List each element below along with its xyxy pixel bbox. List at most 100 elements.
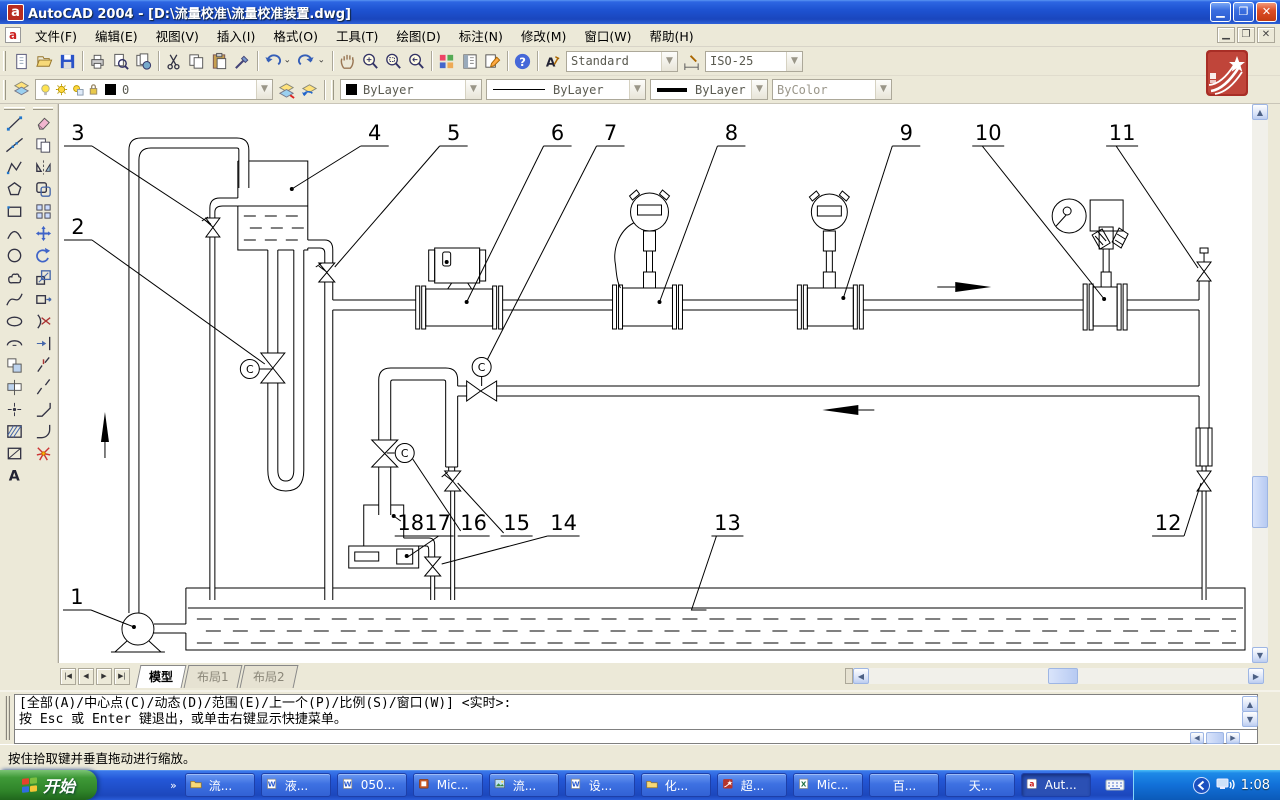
menu-工具T[interactable]: 工具(T): [327, 23, 387, 48]
dim-style-icon[interactable]: [680, 50, 703, 73]
scroll-right-icon[interactable]: ▶: [1226, 732, 1240, 744]
mdi-close-button[interactable]: ✕: [1257, 27, 1275, 43]
start-button[interactable]: 开始: [0, 770, 97, 800]
arc-icon[interactable]: [0, 222, 28, 244]
copyobj-icon[interactable]: [29, 134, 57, 156]
menu-标注N[interactable]: 标注(N): [450, 23, 512, 48]
scale-icon[interactable]: [29, 266, 57, 288]
new-icon[interactable]: [10, 50, 33, 73]
freeze-icon[interactable]: [71, 83, 84, 96]
point-icon[interactable]: [0, 398, 28, 420]
rectangle-icon[interactable]: [0, 200, 28, 222]
breakpt-icon[interactable]: [29, 354, 57, 376]
lineweight-combo[interactable]: ByLayer▼: [650, 79, 768, 100]
toolbar-grip[interactable]: [33, 107, 53, 110]
close-button[interactable]: ✕: [1256, 2, 1277, 22]
scroll-down-icon[interactable]: ▼: [1252, 647, 1268, 663]
chevron-down-icon[interactable]: ▼: [256, 80, 272, 99]
fillet-icon[interactable]: [29, 420, 57, 442]
insblock-icon[interactable]: [0, 354, 28, 376]
earc-icon[interactable]: [0, 332, 28, 354]
scrollbar-thumb[interactable]: [1048, 668, 1078, 684]
line-icon[interactable]: [0, 112, 28, 134]
cut-icon[interactable]: [162, 50, 185, 73]
offset-icon[interactable]: [29, 178, 57, 200]
restore-button[interactable]: ❐: [1233, 2, 1254, 22]
array-icon[interactable]: [29, 200, 57, 222]
redo-icon[interactable]: [295, 50, 318, 73]
revcloud-icon[interactable]: [0, 266, 28, 288]
chevron-down-icon[interactable]: ▼: [751, 80, 767, 99]
command-grip[interactable]: [5, 696, 10, 740]
chevron-down-icon[interactable]: ▼: [786, 52, 802, 71]
minimize-button[interactable]: ▁: [1210, 2, 1231, 22]
layer-color-swatch[interactable]: [105, 84, 116, 95]
zoomprev-icon[interactable]: [405, 50, 428, 73]
collapse-chevron-icon[interactable]: [1193, 777, 1210, 794]
taskbar-button[interactable]: W设...: [565, 773, 635, 797]
layer-previous-icon[interactable]: [298, 78, 321, 101]
tab-布局1[interactable]: 布局1: [184, 665, 243, 688]
quick-launch-overflow-icon[interactable]: »: [168, 779, 179, 792]
toolbar-grip[interactable]: [4, 107, 25, 110]
preview-icon[interactable]: [109, 50, 132, 73]
taskbar-button[interactable]: W液...: [261, 773, 331, 797]
menu-编辑E[interactable]: 编辑(E): [86, 23, 147, 48]
chevron-down-icon[interactable]: ▼: [465, 80, 481, 99]
dim-style-combo[interactable]: ISO-25▼: [705, 51, 803, 72]
toolbar-grip[interactable]: [3, 51, 6, 71]
splitter-handle[interactable]: [845, 668, 853, 684]
plot-style-combo[interactable]: ByColor▼: [772, 79, 892, 100]
dcenter-icon[interactable]: [435, 50, 458, 73]
media-icon[interactable]: [145, 777, 162, 794]
trim-icon[interactable]: [29, 310, 57, 332]
move-icon[interactable]: [29, 222, 57, 244]
sun-icon[interactable]: [55, 83, 68, 96]
hatch-icon[interactable]: [0, 420, 28, 442]
palettes-icon[interactable]: [458, 50, 481, 73]
chevron-down-icon[interactable]: ▼: [875, 80, 891, 99]
pan-icon[interactable]: [336, 50, 359, 73]
menu-文件F[interactable]: 文件(F): [26, 23, 86, 48]
command-input[interactable]: [14, 730, 1258, 744]
lock-icon[interactable]: [87, 83, 100, 96]
circle-icon[interactable]: [0, 244, 28, 266]
taskbar-button[interactable]: 流...: [185, 773, 255, 797]
drawing-canvas[interactable]: 123456789101112131415161718CCC: [58, 104, 1252, 663]
toolbar-grip[interactable]: [3, 80, 6, 100]
tab-last-icon[interactable]: ▶|: [114, 668, 130, 685]
taskbar-button[interactable]: XMic...: [793, 773, 863, 797]
make-layer-current-icon[interactable]: [275, 78, 298, 101]
taskbar-button[interactable]: W050...: [337, 773, 407, 797]
tab-prev-icon[interactable]: ◀: [78, 668, 94, 685]
menu-帮助H[interactable]: 帮助(H): [641, 23, 703, 48]
taskbar-button[interactable]: 化...: [641, 773, 711, 797]
vertical-scrollbar[interactable]: ▲ ▼: [1252, 104, 1268, 663]
clock[interactable]: 1:08: [1241, 778, 1270, 793]
text-style-icon[interactable]: A: [541, 50, 564, 73]
desktop-icon[interactable]: [103, 777, 120, 794]
menu-绘图D[interactable]: 绘图(D): [387, 23, 449, 48]
break-icon[interactable]: [29, 376, 57, 398]
zoomrt-icon[interactable]: [359, 50, 382, 73]
scroll-up-icon[interactable]: ▲: [1252, 104, 1268, 120]
text-style-combo[interactable]: Standard▼: [566, 51, 678, 72]
dd-icon[interactable]: [318, 50, 329, 73]
command-window[interactable]: [全部(A)/中心点(C)/动态(D)/范围(E)/上一个(P)/比例(S)/窗…: [0, 690, 1280, 744]
tab-first-icon[interactable]: |◀: [60, 668, 76, 685]
spline-icon[interactable]: [0, 288, 28, 310]
menu-格式O[interactable]: 格式(O): [264, 23, 327, 48]
layer-manager-icon[interactable]: [10, 78, 33, 101]
scrollbar-thumb[interactable]: [1252, 476, 1268, 528]
language-keyboard-icon[interactable]: [1105, 777, 1125, 793]
taskbar-button[interactable]: aAut...: [1021, 773, 1091, 797]
mkblock-icon[interactable]: [0, 376, 28, 398]
scrollbar-thumb[interactable]: [1206, 732, 1224, 744]
chevron-down-icon[interactable]: ▼: [629, 80, 645, 99]
bulb-icon[interactable]: [39, 83, 52, 96]
extend-icon[interactable]: [29, 332, 57, 354]
scroll-right-icon[interactable]: ▶: [1248, 668, 1264, 684]
explode-icon[interactable]: [29, 442, 57, 464]
menu-修改M[interactable]: 修改(M): [512, 23, 576, 48]
command-history[interactable]: [全部(A)/中心点(C)/动态(D)/范围(E)/上一个(P)/比例(S)/窗…: [14, 694, 1258, 730]
